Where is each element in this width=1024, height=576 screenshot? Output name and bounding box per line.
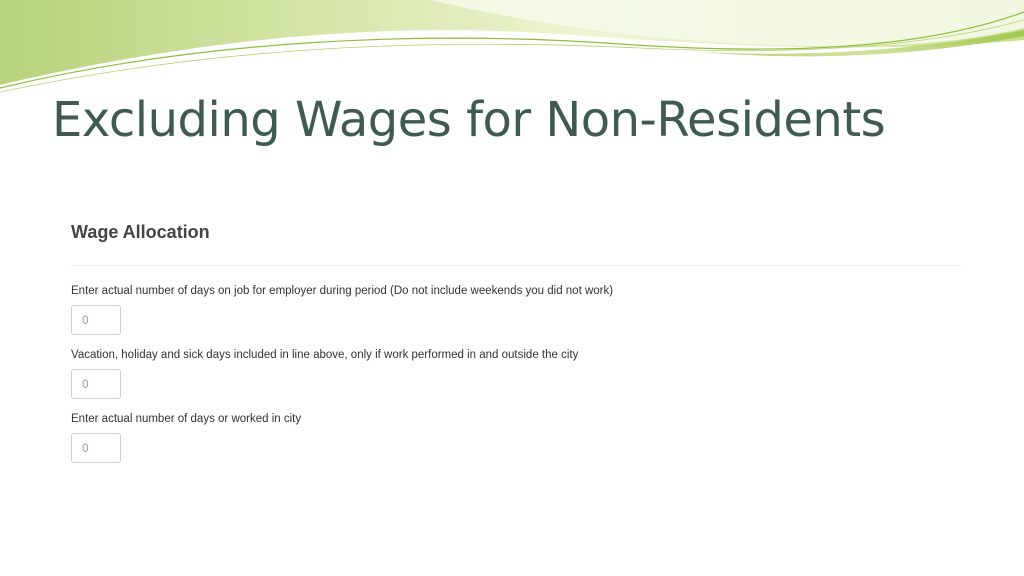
days-in-city-field: Enter actual number of days or worked in… — [71, 412, 961, 463]
wage-allocation-form: Wage Allocation Enter actual number of d… — [71, 222, 961, 463]
days-in-city-input[interactable] — [71, 433, 121, 463]
slide-title: Excluding Wages for Non-Residents — [52, 92, 886, 148]
days-on-job-input[interactable] — [71, 305, 121, 335]
section-title: Wage Allocation — [71, 222, 210, 242]
slide: Excluding Wages for Non-Residents Wage A… — [0, 0, 1024, 576]
section-divider — [71, 265, 961, 266]
days-on-job-field: Enter actual number of days on job for e… — [71, 284, 961, 335]
vacation-days-label: Vacation, holiday and sick days included… — [71, 349, 579, 361]
vacation-days-input[interactable] — [71, 369, 121, 399]
days-in-city-label: Enter actual number of days or worked in… — [71, 413, 302, 425]
days-on-job-label: Enter actual number of days on job for e… — [71, 285, 614, 297]
vacation-days-field: Vacation, holiday and sick days included… — [71, 348, 961, 399]
decorative-wave-banner — [0, 0, 1024, 93]
